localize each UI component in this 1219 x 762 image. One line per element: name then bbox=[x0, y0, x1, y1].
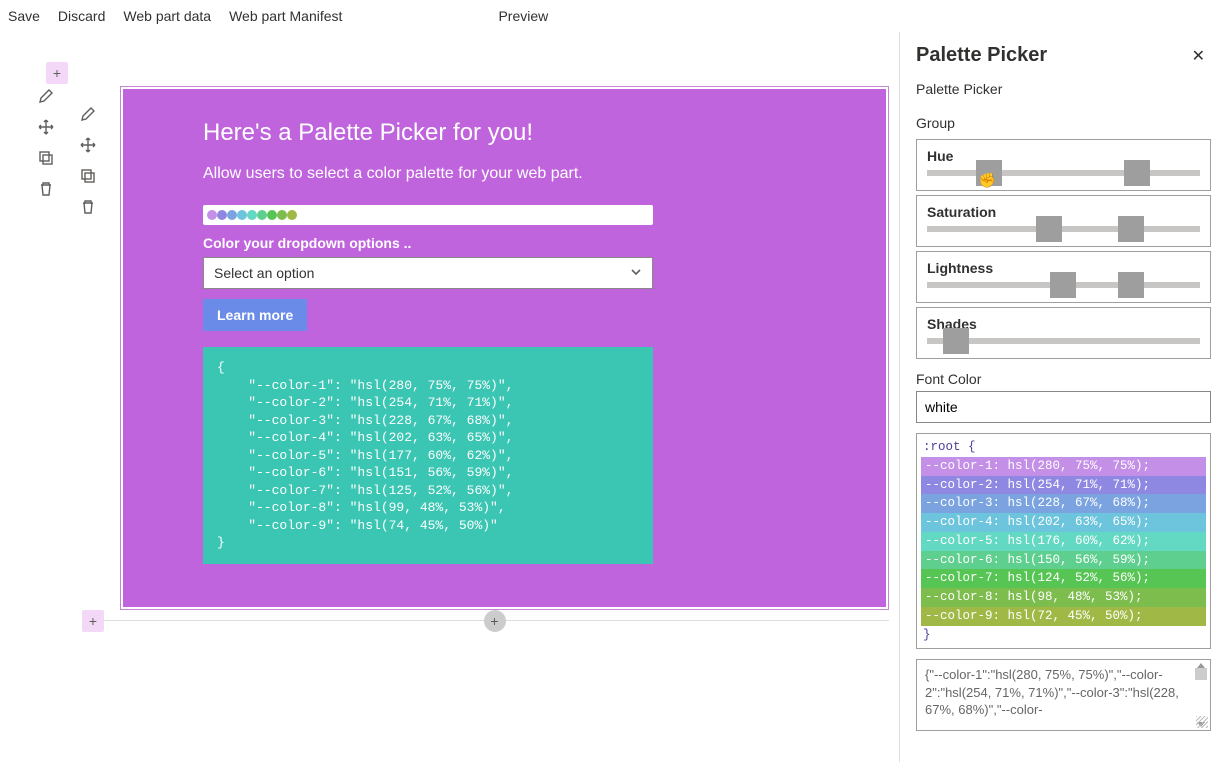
saturation-track[interactable] bbox=[927, 226, 1200, 232]
swatch-dot[interactable] bbox=[287, 210, 297, 220]
webpart-toolbar bbox=[80, 106, 96, 218]
lightness-thumb-low[interactable] bbox=[1050, 272, 1076, 298]
lightness-thumb-high[interactable] bbox=[1118, 272, 1144, 298]
add-section-bottom-button[interactable]: + bbox=[82, 610, 104, 632]
duplicate-icon[interactable] bbox=[80, 168, 96, 187]
swatch-dot[interactable] bbox=[207, 210, 217, 220]
hue-thumb-low[interactable] bbox=[976, 160, 1002, 186]
panel-title: Palette Picker bbox=[916, 44, 1047, 67]
font-color-label: Font Color bbox=[916, 371, 1211, 387]
css-var-row: --color-6: hsl(150, 56%, 59%); bbox=[921, 551, 1206, 570]
panel-subtitle: Palette Picker bbox=[916, 81, 1211, 97]
saturation-label: Saturation bbox=[927, 204, 1200, 220]
edit-icon[interactable] bbox=[38, 88, 54, 107]
duplicate-icon[interactable] bbox=[38, 150, 54, 169]
preview-button[interactable]: Preview bbox=[498, 8, 548, 24]
top-toolbar: Save Discard Web part data Web part Mani… bbox=[0, 0, 1219, 32]
canvas-area: + Here's a Palette Picker for you! Allow… bbox=[0, 32, 899, 762]
json-preview: { "--color-1": "hsl(280, 75%, 75%)", "--… bbox=[203, 347, 653, 564]
saturation-slider-box: Saturation bbox=[916, 195, 1211, 247]
hue-track[interactable]: ✊ bbox=[927, 170, 1200, 176]
property-panel: Palette Picker ✕ Palette Picker Group Hu… bbox=[899, 32, 1219, 762]
css-root-preview: :root { --color-1: hsl(280, 75%, 75%);--… bbox=[916, 433, 1211, 649]
move-icon[interactable] bbox=[80, 137, 96, 156]
css-var-row: --color-2: hsl(254, 71%, 71%); bbox=[921, 476, 1206, 495]
learn-more-button[interactable]: Learn more bbox=[203, 299, 307, 331]
swatch-dot[interactable] bbox=[217, 210, 227, 220]
delete-icon[interactable] bbox=[38, 181, 54, 200]
move-icon[interactable] bbox=[38, 119, 54, 138]
delete-icon[interactable] bbox=[80, 199, 96, 218]
swatch-dot[interactable] bbox=[257, 210, 267, 220]
css-var-row: --color-4: hsl(202, 63%, 65%); bbox=[921, 513, 1206, 532]
discard-button[interactable]: Discard bbox=[58, 8, 105, 24]
json-output-text: {"--color-1":"hsl(280, 75%, 75%)","--col… bbox=[925, 667, 1179, 717]
close-icon[interactable]: ✕ bbox=[1186, 46, 1211, 66]
swatch-dot[interactable] bbox=[227, 210, 237, 220]
hue-thumb-high[interactable] bbox=[1124, 160, 1150, 186]
webpart-manifest-button[interactable]: Web part Manifest bbox=[229, 8, 342, 24]
swatch-dot[interactable] bbox=[237, 210, 247, 220]
css-var-row: --color-3: hsl(228, 67%, 68%); bbox=[921, 494, 1206, 513]
edit-icon[interactable] bbox=[80, 106, 96, 125]
root-open: :root { bbox=[921, 438, 1206, 457]
webpart-surface: Here's a Palette Picker for you! Allow u… bbox=[123, 89, 886, 607]
add-section-top-button[interactable]: + bbox=[46, 62, 68, 84]
chevron-down-icon bbox=[630, 265, 642, 281]
webpart-data-button[interactable]: Web part data bbox=[123, 8, 211, 24]
shades-thumb[interactable] bbox=[943, 328, 969, 354]
webpart-subtitle: Allow users to select a color palette fo… bbox=[203, 165, 806, 183]
css-var-row: --color-7: hsl(124, 52%, 56%); bbox=[921, 569, 1206, 588]
swatch-dot[interactable] bbox=[267, 210, 277, 220]
section-toolbar bbox=[38, 88, 54, 200]
shades-slider-box: Shades bbox=[916, 307, 1211, 359]
css-var-row: --color-5: hsl(176, 60%, 62%); bbox=[921, 532, 1206, 551]
swatch-dot[interactable] bbox=[277, 210, 287, 220]
font-color-input[interactable] bbox=[916, 391, 1211, 423]
add-webpart-button[interactable]: + bbox=[484, 610, 506, 632]
scroll-thumb[interactable] bbox=[1195, 668, 1207, 680]
save-button[interactable]: Save bbox=[8, 8, 40, 24]
shades-track[interactable] bbox=[927, 338, 1200, 344]
css-var-row: --color-8: hsl(98, 48%, 53%); bbox=[921, 588, 1206, 607]
resize-grip-icon[interactable] bbox=[1196, 716, 1208, 728]
group-label: Group bbox=[916, 115, 1211, 131]
webpart-heading: Here's a Palette Picker for you! bbox=[203, 119, 806, 147]
swatch-bar[interactable] bbox=[203, 205, 653, 225]
root-close: } bbox=[921, 626, 1206, 645]
css-var-row: --color-9: hsl(72, 45%, 50%); bbox=[921, 607, 1206, 626]
saturation-thumb-high[interactable] bbox=[1118, 216, 1144, 242]
json-output-textarea[interactable]: {"--color-1":"hsl(280, 75%, 75%)","--col… bbox=[916, 659, 1211, 731]
options-dropdown[interactable]: Select an option bbox=[203, 257, 653, 289]
lightness-track[interactable] bbox=[927, 282, 1200, 288]
dropdown-value: Select an option bbox=[214, 265, 314, 281]
css-var-row: --color-1: hsl(280, 75%, 75%); bbox=[921, 457, 1206, 476]
add-section-bar: + + bbox=[100, 620, 889, 621]
hue-label: Hue bbox=[927, 148, 1200, 164]
hue-slider-box: Hue ✊ bbox=[916, 139, 1211, 191]
webpart-canvas: Here's a Palette Picker for you! Allow u… bbox=[120, 86, 889, 610]
swatch-dot[interactable] bbox=[247, 210, 257, 220]
dropdown-label: Color your dropdown options .. bbox=[203, 235, 806, 251]
lightness-slider-box: Lightness bbox=[916, 251, 1211, 303]
saturation-thumb-low[interactable] bbox=[1036, 216, 1062, 242]
